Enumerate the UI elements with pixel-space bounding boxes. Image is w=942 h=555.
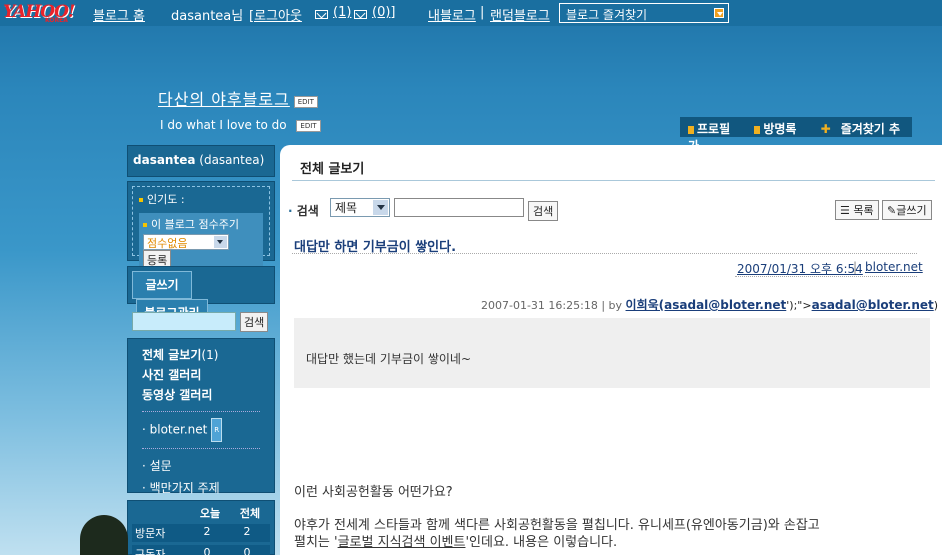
edit-title-button[interactable]: EDIT <box>293 95 318 108</box>
random-blog-link[interactable]: 랜덤블로그 <box>490 5 550 24</box>
post-body-line: 펼치는 '글로벌 지식검색 이벤트'인데요. 내용은 이렇습니다. <box>294 535 618 550</box>
list-button[interactable]: ☰ 목록 <box>835 200 879 220</box>
post-quote-text: 대답만 했는데 기부금이 쌓이네~ <box>306 352 472 366</box>
mail-count[interactable]: (1) <box>333 5 351 20</box>
yahoo-logo[interactable]: YAHOO! KOREA <box>3 2 85 24</box>
stats-head-total: 전체 <box>239 507 261 520</box>
section-title: 전체 글보기 <box>300 162 365 177</box>
stats-head-today: 오늘 <box>199 507 221 520</box>
separator: | <box>480 5 485 20</box>
header-links: 프로필 방명록 ✚즐겨찾기 추가 <box>680 117 912 153</box>
visitor-stats: 오늘 전체 방문자 2 2 구독자 0 0 <box>127 500 275 555</box>
meta-author-link[interactable]: 이희욱(asadal@bloter.net <box>626 298 787 312</box>
chevron-down-icon <box>373 200 388 215</box>
menu-poll[interactable]: · 설문 <box>142 455 260 477</box>
post-meta: 2007-01-31 16:25:18 | by 이희욱(asadal@blot… <box>481 298 939 312</box>
blog-tagline-row: I do what I love to do EDIT <box>160 118 321 132</box>
stats-row-subscribers: 구독자 0 0 <box>132 545 270 555</box>
logout-link[interactable]: [로그아웃 <box>249 5 302 24</box>
plus-icon: ✚ <box>820 122 831 136</box>
chevron-down-icon <box>214 236 227 248</box>
search-button[interactable]: 검색 <box>528 201 559 221</box>
meta-by: | by <box>601 299 623 312</box>
global-search-event-link[interactable]: 글로벌 지식검색 이벤트 <box>338 535 466 550</box>
write-post-button[interactable]: 글쓰기 <box>132 271 192 299</box>
blog-favorites-select-value: 블로그 즐겨찾기 <box>566 8 648 22</box>
rate-label: 이 블로그 점수주기 <box>151 218 239 231</box>
search-label: · 검색 <box>288 204 319 218</box>
menu-photo-gallery[interactable]: 사진 갤러리 <box>142 365 260 385</box>
profile-icon <box>688 125 694 134</box>
user-id: dasantea <box>133 153 196 167</box>
sidebar-search-button[interactable]: 검색 <box>240 312 269 332</box>
menu-all-posts[interactable]: 전체 글보기(1) <box>142 345 260 365</box>
my-blog-link[interactable]: 내블로그 <box>428 5 476 24</box>
menu-video-gallery[interactable]: 동영상 갤러리 <box>142 385 260 405</box>
memo-count[interactable]: (0)] <box>372 5 396 20</box>
username-label: dasantea님 <box>171 9 244 24</box>
divider <box>142 411 260 412</box>
chevron-down-icon <box>714 8 724 18</box>
rss-icon: R <box>211 418 223 442</box>
blog-home-link[interactable]: 블로그 홈 <box>93 5 145 24</box>
memo-icon[interactable] <box>354 7 367 21</box>
category-menu: 전체 글보기(1) 사진 갤러리 동영상 갤러리 · bloter.net R … <box>127 338 275 495</box>
divider <box>292 180 935 181</box>
yahoo-logo-sub: KOREA <box>45 17 68 24</box>
popularity-label: 인기도 : <box>147 193 185 206</box>
stats-row-visitors: 방문자 2 2 <box>132 524 270 542</box>
write-button[interactable]: ✎글쓰기 <box>882 200 932 220</box>
meta-email-link[interactable]: asadal@bloter.net <box>812 298 934 312</box>
divider <box>292 253 917 254</box>
separator: | <box>853 260 858 274</box>
sidebar-search-input[interactable] <box>132 312 236 331</box>
post-body-line: 이런 사회공헌활동 어떤가요? <box>294 485 453 500</box>
guestbook-icon <box>754 125 761 134</box>
menu-hundred-topics[interactable]: · 백만가지 주제 <box>142 477 260 499</box>
search-input[interactable] <box>394 198 524 217</box>
user-name: (dasantea) <box>199 153 265 167</box>
link-bloter[interactable]: · bloter.net R <box>142 418 260 442</box>
rate-select[interactable]: 점수없음 <box>143 234 229 250</box>
popularity-box: 인기도 : 이 블로그 점수주기 점수없음 등록 <box>127 181 275 273</box>
blog-title[interactable]: 다산의 야후블로그 <box>158 90 290 109</box>
decorative-tree <box>80 515 128 555</box>
action-box: 글쓰기 블로그관리 <box>127 266 275 327</box>
pencil-icon: ✎ <box>887 204 897 217</box>
divider <box>142 448 260 449</box>
bullet-icon <box>139 198 143 202</box>
search-field-select[interactable]: 제목 <box>330 198 390 217</box>
user-box: dasantea (dasantea) <box>127 145 275 177</box>
divider <box>735 276 917 277</box>
list-icon: ☰ <box>840 204 850 217</box>
post-category-link[interactable]: bloter.net <box>865 260 923 274</box>
bullet-icon <box>143 223 147 227</box>
blog-header: 다산의 야후블로그 EDIT <box>158 86 318 110</box>
blog-favorites-select[interactable]: 블로그 즐겨찾기 <box>559 3 729 23</box>
edit-tagline-button[interactable]: EDIT <box>296 119 321 132</box>
post-date[interactable]: 2007/01/31 오후 6:54 <box>737 260 863 277</box>
profile-link[interactable]: 프로필 <box>688 122 740 136</box>
mail-icon[interactable] <box>315 7 328 21</box>
blog-tagline: I do what I love to do <box>160 118 287 132</box>
guestbook-link[interactable]: 방명록 <box>754 122 806 136</box>
meta-datetime: 2007-01-31 16:25:18 <box>481 299 598 312</box>
